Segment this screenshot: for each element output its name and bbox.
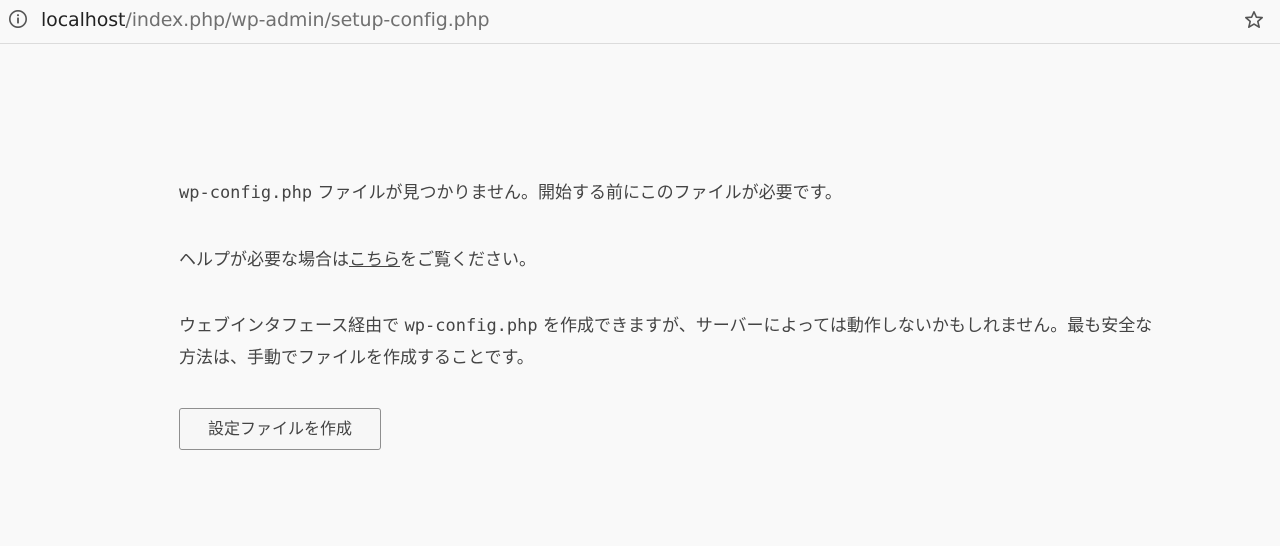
config-filename: wp-config.php (179, 183, 313, 203)
address-bar[interactable]: localhost/index.php/wp-admin/setup-confi… (0, 0, 1280, 44)
star-icon[interactable] (1244, 10, 1264, 30)
help-paragraph: ヘルプが必要な場合はこちらをご覧ください。 (179, 244, 536, 276)
web-interface-text-before: ウェブインタフェース経由で (179, 316, 405, 336)
config-filename-2: wp-config.php (404, 316, 538, 336)
missing-config-text: ファイルが見つかりません。開始する前にこのファイルが必要です。 (312, 183, 842, 203)
missing-config-paragraph: wp-config.php ファイルが見つかりません。開始する前にこのファイルが… (179, 177, 842, 209)
help-text-before: ヘルプが必要な場合は (179, 250, 349, 270)
web-interface-paragraph: ウェブインタフェース経由で wp-config.php を作成できますが、サーバ… (179, 310, 1169, 374)
help-link[interactable]: こちら (349, 250, 400, 270)
create-config-button[interactable]: 設定ファイルを作成 (179, 408, 381, 450)
url-host[interactable]: localhost (41, 9, 125, 31)
url-text[interactable]: localhost/index.php/wp-admin/setup-confi… (41, 9, 490, 31)
url-path[interactable]: /index.php/wp-admin/setup-config.php (125, 9, 489, 31)
help-text-after: をご覧ください。 (400, 250, 536, 270)
info-icon[interactable] (8, 9, 28, 29)
